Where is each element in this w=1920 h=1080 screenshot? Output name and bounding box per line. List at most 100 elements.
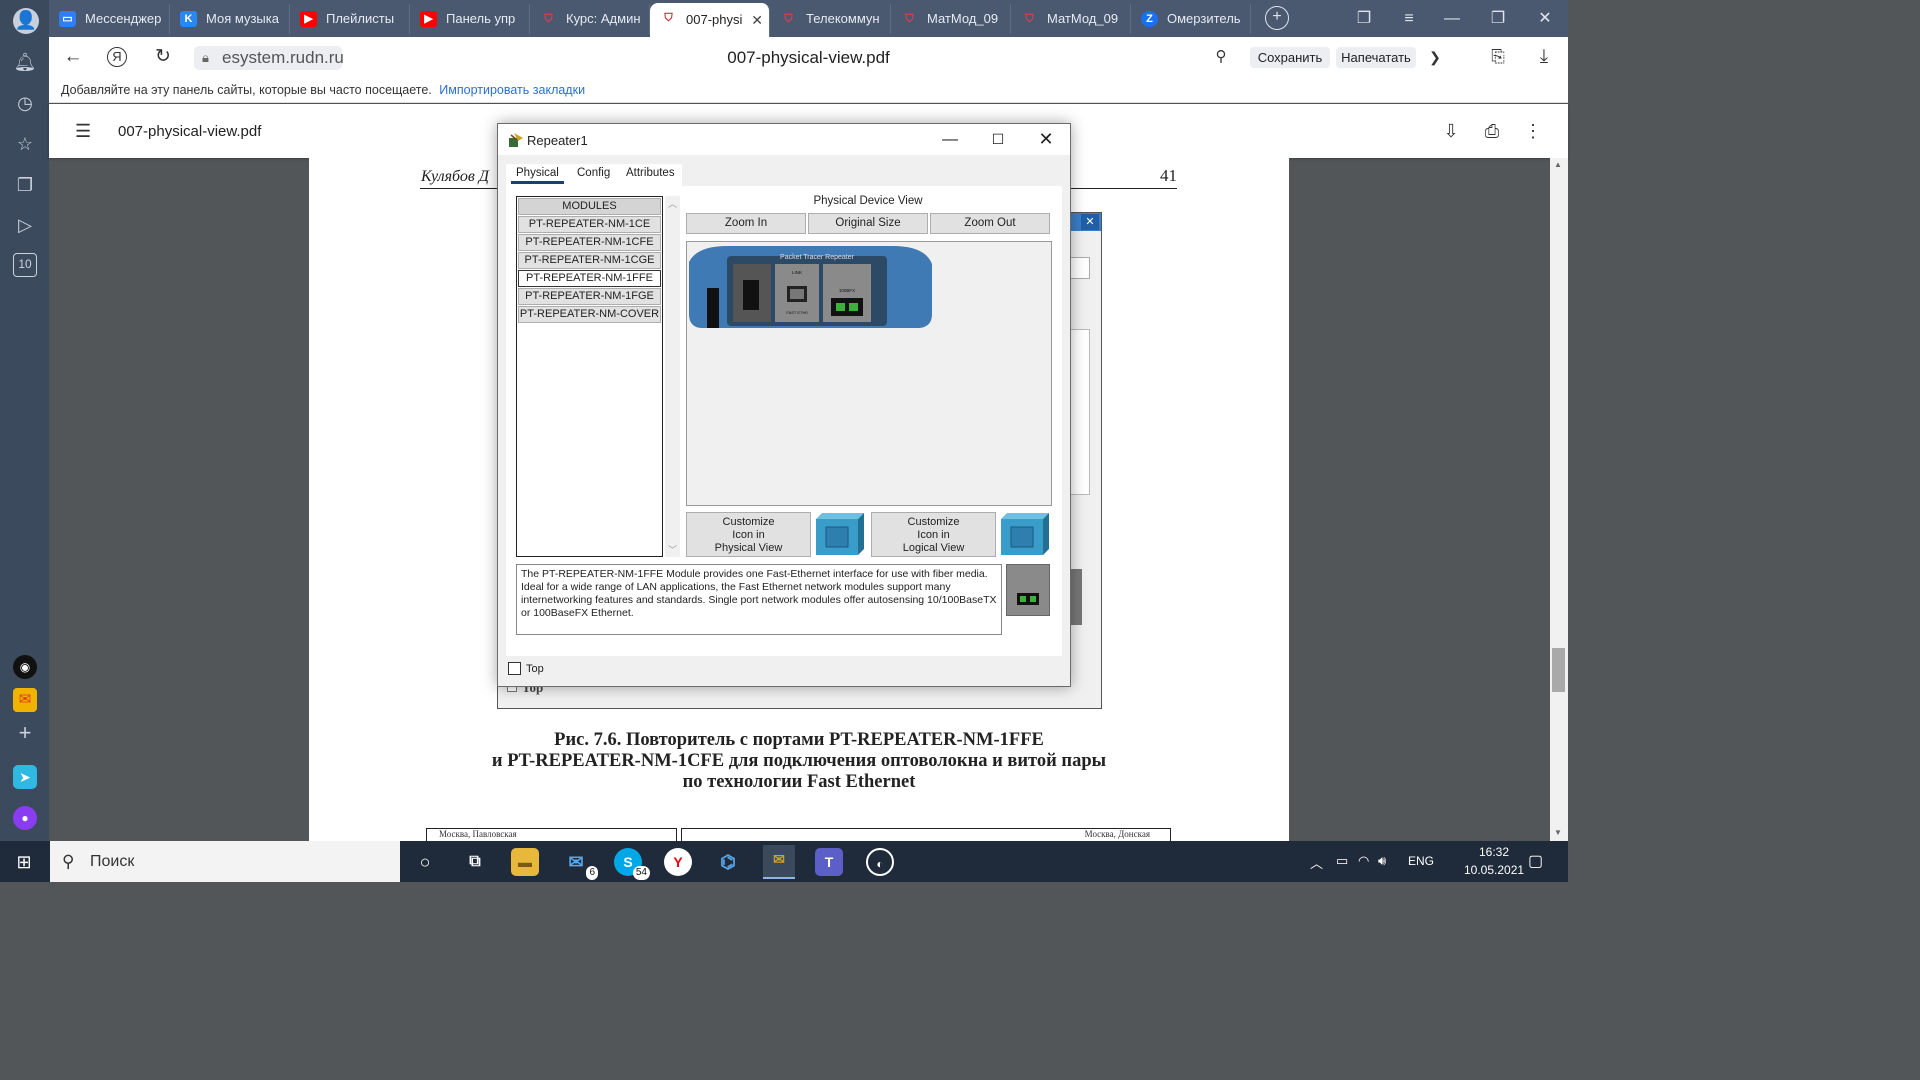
- zoom-out-button[interactable]: Zoom Out: [930, 213, 1050, 234]
- cortana-icon[interactable]: ○: [411, 848, 439, 876]
- dialog-close-icon[interactable]: ✕: [1022, 124, 1070, 155]
- modules-scrollbar[interactable]: ︿ ﹀: [665, 196, 680, 557]
- yandex-browser-icon[interactable]: Y: [664, 848, 692, 876]
- clock-date[interactable]: 10.05.2021: [1464, 863, 1524, 877]
- port-link-label: LINK: [792, 270, 802, 275]
- tab-config[interactable]: Config: [577, 167, 610, 179]
- download-icon[interactable]: ⤓: [1532, 45, 1556, 69]
- scroll-up-icon[interactable]: ▲: [1554, 160, 1562, 169]
- skype-icon[interactable]: S 54: [614, 848, 650, 880]
- task-view-icon[interactable]: ⧉: [461, 848, 489, 876]
- tab-label: Плейлисты: [326, 11, 395, 26]
- original-size-button[interactable]: Original Size: [808, 213, 928, 234]
- more-options-icon[interactable]: ⋮: [1522, 120, 1544, 142]
- tab-attributes[interactable]: Attributes: [626, 167, 675, 179]
- menu-icon[interactable]: ≡: [1396, 6, 1422, 32]
- physical-view-cube-icon: [816, 513, 864, 555]
- chevron-down-icon[interactable]: ❯: [1423, 45, 1447, 69]
- download-pdf-icon[interactable]: ⇩: [1440, 120, 1462, 142]
- module-item-selected[interactable]: PT-REPEATER-NM-1FFE: [518, 270, 661, 287]
- hamburger-menu-icon[interactable]: ☰: [75, 121, 91, 141]
- customize-physical-icon-button[interactable]: Customize Icon in Physical View: [686, 512, 811, 557]
- tab-matmod-2[interactable]: ⛉ МатМод_09: [1011, 4, 1131, 34]
- scroll-down-icon[interactable]: ▼: [1554, 828, 1562, 837]
- profile-icon[interactable]: 👤: [13, 8, 39, 34]
- wifi-icon[interactable]: ◠: [1358, 853, 1369, 869]
- vk-icon: K: [180, 11, 197, 27]
- customize-logical-icon-button[interactable]: Customize Icon in Logical View: [871, 512, 996, 557]
- tab-matmod-1[interactable]: ⛉ МатМод_09: [891, 4, 1011, 34]
- browser-sidebar: 👤 🔔︎ ◷ ☆ ❐ ▷ 10 ◉ ✉ + ➤ ●: [0, 0, 49, 841]
- video-play-icon[interactable]: ▷: [13, 213, 37, 237]
- counter-badge-icon[interactable]: 10: [13, 253, 37, 277]
- tab-omerz[interactable]: Z Омерзитель: [1131, 4, 1251, 34]
- tray-chevron-icon[interactable]: ︿: [1310, 853, 1323, 872]
- file-explorer-icon[interactable]: ▬: [511, 848, 539, 876]
- print-icon[interactable]: ⎙: [1481, 120, 1503, 142]
- remote-desktop-icon[interactable]: ⌬: [714, 848, 742, 876]
- teams-icon[interactable]: T: [815, 848, 843, 876]
- new-tab-icon[interactable]: +: [1265, 6, 1289, 30]
- windows-taskbar: ⊞ ⚲ Поиск ○ ⧉ ▬ ✉ 6 S 54 Y ⌬ ✉ T ◐ ︿ ▭ ◠ 🔊︎…: [0, 841, 1568, 882]
- dialog-minimize-icon[interactable]: —: [926, 124, 974, 155]
- add-panel-icon[interactable]: +: [13, 721, 37, 745]
- taskbar-search-box[interactable]: ⚲ Поиск: [50, 841, 400, 882]
- notifications-icon[interactable]: 🔔︎: [13, 50, 37, 74]
- module-item[interactable]: PT-REPEATER-NM-1CFE: [518, 234, 661, 251]
- address-bar: ← Я ↻ 🔒︎ esystem.rudn.ru 007-physical-vie…: [49, 37, 1568, 78]
- module-item[interactable]: PT-REPEATER-NM-COVER: [518, 306, 661, 323]
- tab-music[interactable]: K Моя музыка: [170, 4, 290, 34]
- collections-icon[interactable]: ❐: [13, 173, 37, 197]
- rudn-icon: ⛉: [905, 13, 914, 25]
- tab-panel[interactable]: ▶ Панель упр: [410, 4, 530, 34]
- import-bookmarks-link[interactable]: Импортировать закладки: [439, 83, 585, 97]
- zoom-search-icon[interactable]: ⚲: [1209, 45, 1233, 69]
- restore-icon[interactable]: ❐: [1485, 6, 1511, 32]
- tabs-overview-icon[interactable]: ❐: [1351, 6, 1377, 32]
- module-item[interactable]: PT-REPEATER-NM-1CGE: [518, 252, 661, 269]
- mail-app-icon[interactable]: ✉: [13, 688, 37, 712]
- reading-list-icon[interactable]: ⎘: [1486, 45, 1510, 69]
- tab-physical-view[interactable]: ⛉ 007-physi ✕: [650, 3, 770, 37]
- bookmarks-bar: Добавляйте на эту панель сайты, которые …: [49, 78, 1568, 103]
- save-button[interactable]: Сохранить: [1250, 47, 1330, 68]
- tab-physical[interactable]: Physical: [511, 167, 564, 184]
- pdf-scrollbar[interactable]: ▲ ▼: [1550, 158, 1568, 842]
- close-window-icon[interactable]: ✕: [1532, 6, 1558, 32]
- obs-icon[interactable]: ◐: [866, 848, 894, 876]
- module-item[interactable]: PT-REPEATER-NM-1CE: [518, 216, 661, 233]
- module-description: The PT-REPEATER-NM-1FFE Module provides …: [516, 564, 1002, 635]
- port-eth-label: FAST ETH0: [786, 310, 808, 315]
- alice-app-icon[interactable]: ◉: [13, 655, 37, 679]
- dialog-titlebar[interactable]: Repeater1 — ☐ ✕: [498, 124, 1070, 155]
- mail-icon[interactable]: ✉ 6: [562, 848, 598, 880]
- scroll-down-icon[interactable]: ﹀: [668, 543, 677, 556]
- notifications-center-icon[interactable]: ▢: [1528, 851, 1543, 871]
- packet-tracer-icon[interactable]: ✉: [763, 845, 795, 879]
- tab-course[interactable]: ⛉ Курс: Админ: [530, 4, 650, 34]
- tab-playlists[interactable]: ▶ Плейлисты: [290, 4, 410, 34]
- dialog-maximize-icon[interactable]: ☐: [974, 124, 1022, 155]
- clock-time[interactable]: 16:32: [1464, 845, 1524, 859]
- figure-caption: Рис. 7.6. Повторитель с портами PT-REPEA…: [309, 730, 1289, 793]
- physical-device-view: Packet Tracer Repeater LINK FAST ETH0 10…: [686, 241, 1052, 506]
- messenger-app-icon[interactable]: ➤: [13, 765, 37, 789]
- alice-assistant-icon[interactable]: ●: [13, 806, 37, 830]
- battery-icon[interactable]: ▭: [1336, 853, 1348, 869]
- language-indicator[interactable]: ENG: [1408, 854, 1434, 868]
- close-tab-icon[interactable]: ✕: [751, 3, 763, 37]
- scroll-up-icon[interactable]: ︿: [668, 197, 677, 210]
- tab-telecom[interactable]: ⛉ Телекоммун: [770, 4, 891, 34]
- bookmarks-star-icon[interactable]: ☆: [13, 132, 37, 156]
- windows-start-icon[interactable]: ⊞: [14, 852, 34, 872]
- print-button[interactable]: Напечатать: [1336, 47, 1416, 68]
- volume-icon[interactable]: 🔊︎: [1378, 853, 1386, 869]
- history-icon[interactable]: ◷: [13, 91, 37, 115]
- minimize-icon[interactable]: —: [1439, 6, 1465, 32]
- tab-messenger[interactable]: ▭ Мессенджер: [49, 4, 170, 34]
- module-item[interactable]: PT-REPEATER-NM-1FGE: [518, 288, 661, 305]
- dialog-title: Repeater1: [527, 133, 588, 148]
- zoom-in-button[interactable]: Zoom In: [686, 213, 806, 234]
- scroll-thumb[interactable]: [1552, 648, 1565, 692]
- top-checkbox[interactable]: [508, 662, 521, 675]
